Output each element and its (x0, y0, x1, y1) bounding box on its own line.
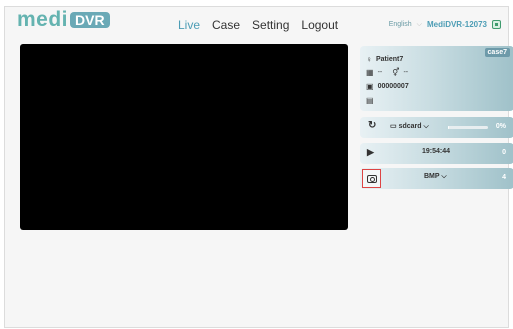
case-tag: case7 (484, 48, 510, 57)
patient-info-row: ▦ -- ⚥ -- (366, 68, 408, 77)
refresh-icon[interactable]: ↻ (368, 120, 376, 131)
device-status-icon[interactable] (492, 20, 501, 29)
header-right: English ⌵ MediDVR-12073 (389, 20, 501, 29)
main-nav: Live Case Setting Logout (178, 18, 338, 32)
snapshot-count: 4 (502, 174, 506, 181)
storage-percent: 0% (495, 123, 506, 130)
user-icon: ♀ (366, 55, 372, 64)
snapshot-panel: BMP ⌵ 4 (360, 168, 513, 189)
chevron-down-icon: ⌵ (441, 173, 447, 180)
record-panel: ▶ 19:54:44 0 (360, 143, 513, 164)
nav-case[interactable]: Case (212, 18, 240, 32)
live-video-view[interactable] (20, 44, 348, 230)
storage-progress-fill (448, 126, 449, 129)
device-name: MediDVR-12073 (426, 20, 487, 29)
patient-birth: -- (377, 69, 383, 76)
image-format-select[interactable]: BMP ⌵ (424, 173, 447, 181)
record-time: 19:54:44 (422, 148, 451, 155)
nav-logout[interactable]: Logout (301, 18, 338, 32)
logo-medi: medi (17, 8, 69, 31)
chevron-down-icon: ⌵ (423, 123, 429, 130)
language-select[interactable]: English (389, 21, 412, 28)
snapshot-button[interactable] (362, 169, 381, 188)
patient-id-row: ▣ 00000007 (366, 82, 409, 91)
nav-setting[interactable]: Setting (252, 18, 289, 32)
patient-name: Patient7 (376, 56, 404, 63)
document-icon[interactable]: ▤ (366, 96, 374, 105)
app-logo: medi DVR (17, 8, 110, 31)
patient-gender: -- (403, 69, 409, 76)
id-card-icon: ▣ (366, 82, 374, 91)
chevron-down-icon[interactable]: ⌵ (417, 21, 422, 29)
storage-progress (448, 126, 488, 129)
patient-name-row: ♀ Patient7 (366, 55, 403, 64)
patient-id: 00000007 (377, 83, 409, 90)
patient-extra-row: ▤ (366, 96, 374, 105)
record-video-icon[interactable]: ▶ (367, 147, 374, 158)
gender-icon: ⚥ (392, 68, 400, 77)
record-count: 0 (502, 149, 506, 156)
image-format: BMP (424, 173, 440, 180)
sd-card-icon: ▭ (390, 123, 397, 130)
camera-icon (366, 174, 377, 183)
storage-label: sdcard (398, 123, 422, 130)
storage-select[interactable]: ▭ sdcard ⌵ (390, 122, 429, 131)
nav-live[interactable]: Live (178, 18, 200, 32)
patient-panel[interactable]: case7 ♀ Patient7 ▦ -- ⚥ -- ▣ 00000007 ▤ (360, 46, 513, 111)
storage-panel: ↻ ▭ sdcard ⌵ 0% (360, 117, 513, 138)
calendar-icon: ▦ (366, 68, 374, 77)
logo-dvr: DVR (70, 12, 110, 28)
